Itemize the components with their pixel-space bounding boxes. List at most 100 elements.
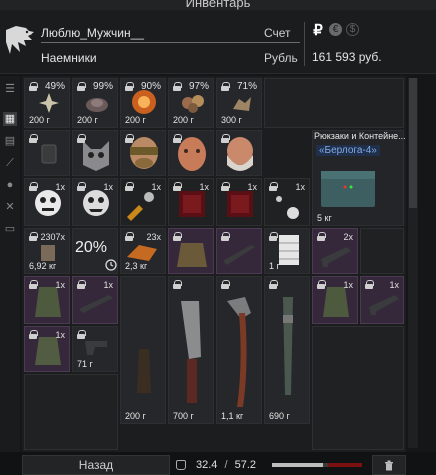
item-slot[interactable]: 1x [120,178,166,226]
lock-icon [221,280,230,289]
charge-percent: 90% [140,81,161,92]
item-slot[interactable]: 1x [72,178,118,226]
ammo-icon [41,245,55,261]
rifle-icon [223,245,255,265]
item-weight: 2,3 кг [125,261,148,271]
knife-icon[interactable]: ⟋ [3,156,17,170]
artifact-icon [182,95,204,113]
character-header: Люблю_Мужчин__ Наемники Счет Рубль ₽ € $… [0,10,436,74]
item-slot[interactable]: 1x [216,178,262,226]
item-slot[interactable]: 71 г [72,326,118,372]
item-slot[interactable] [216,228,262,274]
artifact-slot[interactable]: 49% 200 г [24,78,70,128]
item-slot[interactable]: 200 г [120,276,166,424]
item-slot[interactable]: 1x [24,178,70,226]
back-button[interactable]: Назад [22,455,170,475]
item-slot[interactable] [168,228,214,274]
lock-icon [269,232,278,241]
item-weight: 71 г [77,359,93,369]
overload-zone [328,463,362,467]
face-slot[interactable] [120,130,166,176]
artifact-icon [86,98,108,112]
bat-icon [283,297,293,395]
item-slot[interactable]: 23x 2,3 кг [120,228,166,274]
name-divider [41,42,300,43]
dollar-icon[interactable]: $ [346,23,359,36]
empty-slot[interactable] [312,326,404,450]
eagle-logo-icon [6,26,34,54]
item-slot[interactable]: 1x [360,276,404,324]
item-count: 1x [389,280,399,290]
item-slot[interactable]: 2x [312,228,358,274]
item-slot[interactable]: 1x [264,178,310,226]
container-name: «Берлога-4» [316,145,380,156]
inventory-scrollbar[interactable] [408,78,418,448]
face-slot[interactable] [24,130,70,176]
lock-icon [125,182,134,191]
machete-icon [181,301,201,403]
artifact-slot[interactable]: 71% 300 г [216,78,262,128]
patch-icon [227,191,253,217]
lock-icon [269,280,278,289]
storage-icon[interactable]: ▭ [3,222,17,236]
medkit-icon[interactable]: ● [3,178,17,192]
artifact-slot[interactable]: 99% 200 г [72,78,118,128]
item-slot[interactable]: 1x [72,276,118,324]
scrollbar-thumb[interactable] [409,78,417,208]
lock-icon [125,134,134,143]
item-slot[interactable]: 1x [24,326,70,372]
list-icon[interactable]: ☰ [3,82,17,96]
face-slot[interactable] [168,130,214,176]
item-count: 1x [55,182,65,192]
empty-slot[interactable] [360,228,404,274]
item-count: 23x [146,232,161,242]
artifact-slot[interactable]: 97% 200 г [168,78,214,128]
item-slot[interactable]: 1x [312,276,358,324]
bandage-pack-icon [279,235,299,265]
lock-icon [221,82,230,91]
item-slot[interactable]: 1x [168,178,214,226]
rifle-icon [79,295,113,313]
grid-icon[interactable]: ▦ [3,112,17,126]
face-slot[interactable] [72,130,118,176]
lock-icon [173,182,182,191]
armor-icon[interactable]: ▤ [3,134,17,148]
currency-label: Рубль [264,51,298,65]
trash-icon [385,460,393,471]
item-slot[interactable]: 690 г [264,276,310,424]
item-slot[interactable]: 20% [72,228,118,274]
artifact-icon [39,93,59,113]
face-slot[interactable] [216,130,262,176]
lock-icon [317,232,326,241]
container-weight: 5 кг [317,213,332,223]
item-slot[interactable]: 700 г [168,276,214,424]
item-weight: 200 г [173,115,194,125]
lock-icon [125,232,134,241]
item-slot[interactable]: 2307x 6,92 кг [24,228,70,274]
item-weight: 200 г [125,411,146,421]
character-name: Люблю_Мужчин__ [41,26,144,40]
trash-button[interactable] [372,455,406,475]
ruble-icon[interactable]: ₽ [311,22,325,39]
euro-icon[interactable]: € [329,23,342,36]
lock-icon [173,232,182,241]
tools-icon[interactable]: ✕ [3,200,17,214]
item-count: 1x [295,182,305,192]
item-count: 2307x [40,232,65,242]
lock-icon [365,280,374,289]
item-weight: 700 г [173,411,194,421]
item-slot[interactable]: 1x [24,276,70,324]
item-count: 1x [247,182,257,192]
item-slot[interactable]: 1 г [264,228,310,274]
currency-selector: ₽ € $ [311,22,359,39]
lock-icon [77,82,86,91]
empty-slot[interactable] [24,374,118,450]
item-count: 1x [151,182,161,192]
charge-percent: 49% [44,81,65,92]
artifact-slot[interactable]: 90% 200 г [120,78,166,128]
empty-slot[interactable] [264,78,404,128]
lock-icon [221,232,230,241]
pistol-icon [85,341,107,355]
charge-percent: 20% [75,239,108,256]
item-slot[interactable]: 1,1 кг [216,276,262,424]
